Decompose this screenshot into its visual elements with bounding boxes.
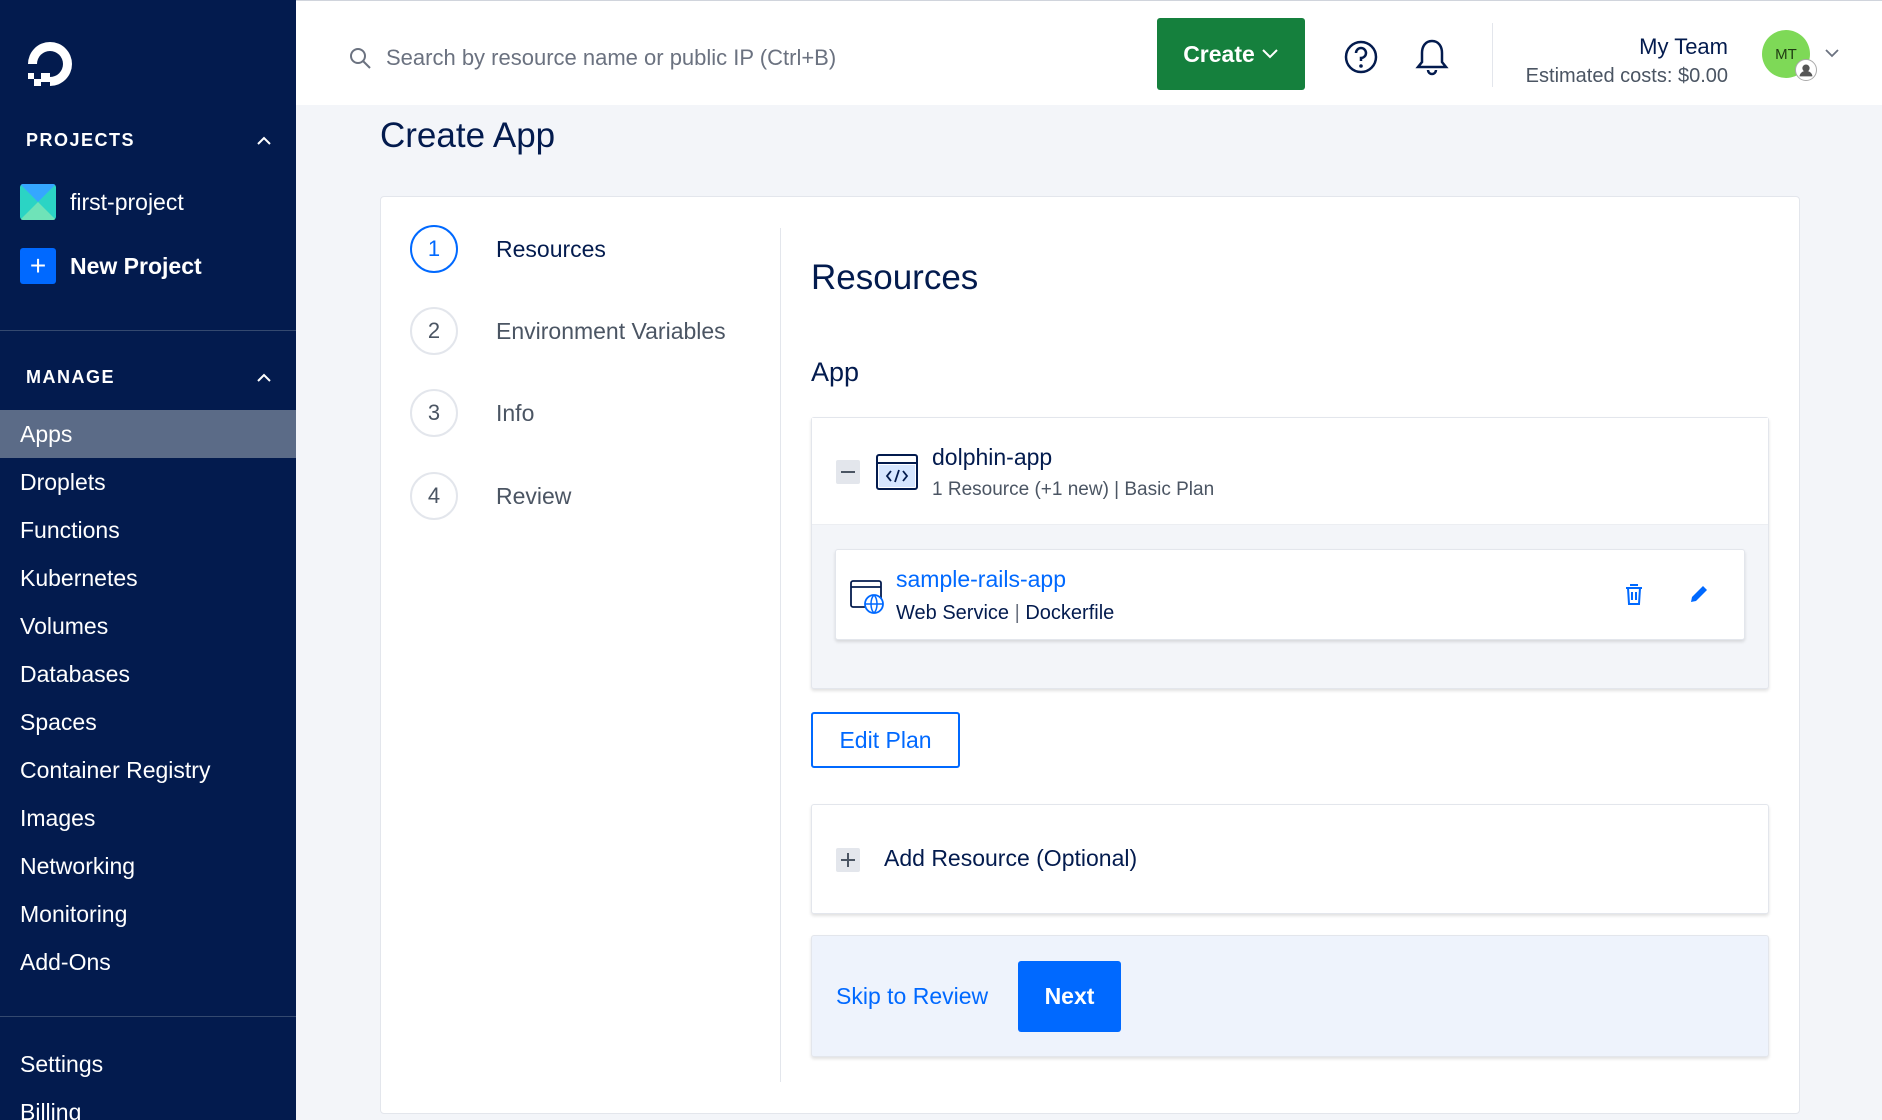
help-icon[interactable] [1343, 39, 1379, 75]
sidebar-item-volumes[interactable]: Volumes [0, 602, 296, 650]
app-section-label: App [811, 357, 860, 387]
sidebar-item-billing[interactable]: Billing [0, 1088, 296, 1120]
sidebar-item-monitoring[interactable]: Monitoring [0, 890, 296, 938]
app-header: dolphin-app 1 Resource (+1 new) | Basic … [812, 418, 1768, 525]
sidebar-item-spaces[interactable]: Spaces [0, 698, 296, 746]
app-resource-box: dolphin-app 1 Resource (+1 new) | Basic … [811, 417, 1769, 689]
estimated-costs: Estimated costs: $0.00 [1525, 65, 1728, 87]
step-label: Review [496, 482, 572, 509]
edit-plan-button[interactable]: Edit Plan [811, 712, 960, 768]
topbar-divider [1492, 23, 1493, 87]
next-button[interactable]: Next [1018, 961, 1121, 1032]
create-label: Create [1183, 40, 1255, 67]
web-service-icon [850, 580, 884, 614]
sidebar-item-databases[interactable]: Databases [0, 650, 296, 698]
create-button[interactable]: Create [1157, 18, 1305, 90]
app-name: dolphin-app [932, 444, 1053, 470]
trash-icon[interactable] [1623, 582, 1645, 606]
service-source: Dockerfile [1025, 602, 1115, 624]
step-label: Environment Variables [496, 317, 726, 344]
service-name-link[interactable]: sample-rails-app [896, 566, 1066, 593]
add-resource-label: Add Resource (Optional) [884, 845, 1138, 871]
add-resource-box[interactable]: Add Resource (Optional) [811, 804, 1769, 914]
bell-icon[interactable] [1413, 37, 1451, 77]
sidebar-divider [0, 1016, 296, 1017]
sidebar-item-apps[interactable]: Apps [0, 410, 296, 458]
team-name[interactable]: My Team [1639, 34, 1728, 60]
sidebar-item-networking[interactable]: Networking [0, 842, 296, 890]
search-input[interactable]: Search by resource name or public IP (Ct… [386, 45, 836, 71]
manage-section-header[interactable]: MANAGE [26, 367, 272, 388]
step-info[interactable]: 3 Info [410, 389, 534, 437]
sidebar-item-container-registry[interactable]: Container Registry [0, 746, 296, 794]
step-number: 4 [410, 472, 458, 520]
step-label: Info [496, 399, 535, 426]
step-resources[interactable]: 1 Resources [410, 225, 606, 273]
search-bar[interactable]: Search by resource name or public IP (Ct… [348, 45, 836, 71]
step-environment-variables[interactable]: 2 Environment Variables [410, 307, 726, 355]
project-icon [20, 184, 56, 220]
chevron-down-icon[interactable] [1824, 47, 1840, 59]
sidebar-divider [0, 330, 296, 331]
sidebar-item-kubernetes[interactable]: Kubernetes [0, 554, 296, 602]
step-review[interactable]: 4 Review [410, 472, 571, 520]
projects-heading: PROJECTS [26, 130, 136, 150]
projects-section-header[interactable]: PROJECTS [26, 130, 272, 151]
meta-separator: | [1014, 602, 1026, 624]
top-bar: Search by resource name or public IP (Ct… [296, 0, 1882, 105]
new-project-label: New Project [70, 252, 202, 279]
manage-heading: MANAGE [26, 367, 115, 387]
resources-title: Resources [811, 258, 979, 297]
chevron-down-icon [1262, 49, 1278, 59]
chevron-up-icon[interactable] [256, 133, 272, 149]
sidebar-item-settings[interactable]: Settings [0, 1040, 296, 1088]
step-number: 1 [410, 225, 458, 273]
sidebar-item-images[interactable]: Images [0, 794, 296, 842]
sidebar-item-functions[interactable]: Functions [0, 506, 296, 554]
steps-divider [780, 228, 781, 1082]
project-label: first-project [70, 188, 184, 215]
sidebar-item-droplets[interactable]: Droplets [0, 458, 296, 506]
wizard-footer: Skip to Review Next [811, 935, 1769, 1057]
service-type: Web Service [896, 602, 1010, 624]
code-window-icon [876, 454, 918, 490]
step-label: Resources [496, 235, 606, 262]
service-meta: Web Service | Dockerfile [896, 602, 1114, 625]
sidebar-project-first-project[interactable]: first-project [20, 184, 184, 220]
plus-icon: + [20, 248, 56, 284]
chevron-up-icon[interactable] [256, 370, 272, 386]
user-badge-icon [1795, 59, 1817, 81]
collapse-icon[interactable] [836, 460, 860, 484]
digitalocean-logo-icon[interactable] [24, 38, 76, 90]
sidebar: PROJECTS first-project + New Project MAN… [0, 0, 296, 1120]
skip-to-review-link[interactable]: Skip to Review [836, 983, 988, 1010]
step-number: 2 [410, 307, 458, 355]
step-number: 3 [410, 389, 458, 437]
plus-icon[interactable] [836, 848, 860, 872]
pencil-icon[interactable] [1688, 583, 1710, 605]
service-card: sample-rails-app Web Service | Dockerfil… [835, 549, 1745, 640]
sidebar-new-project[interactable]: + New Project [20, 248, 202, 284]
app-meta: 1 Resource (+1 new) | Basic Plan [932, 479, 1215, 500]
sidebar-item-add-ons[interactable]: Add-Ons [0, 938, 296, 986]
page-title: Create App [380, 116, 556, 155]
search-icon [350, 48, 371, 69]
